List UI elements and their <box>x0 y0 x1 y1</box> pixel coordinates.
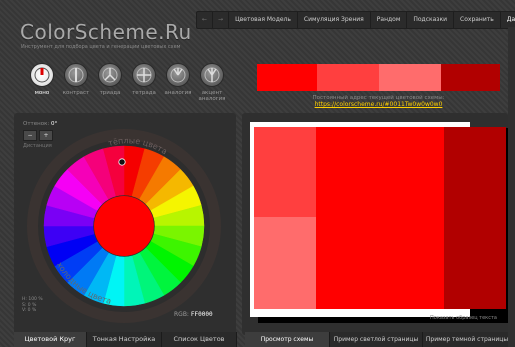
left-tab-bar: Цветовой Круг Тонкая Настройка Список Цв… <box>14 332 237 347</box>
palette-swatch-dark[interactable] <box>441 64 500 91</box>
mode-triad[interactable]: триада <box>93 63 127 102</box>
nav-random[interactable]: Рандом <box>371 12 408 28</box>
wheel-center-color <box>94 196 154 256</box>
tab-fine-tuning[interactable]: Тонкая Настройка <box>87 332 162 347</box>
hsv-readout: H: 100 % S: 0 % V: 0 % <box>22 297 43 313</box>
site-tagline: Инструмент для подбора цвета и генерации… <box>21 44 181 50</box>
mode-mono[interactable]: моно <box>25 63 59 102</box>
nav-next[interactable]: Далее <box>501 12 515 28</box>
mode-accent-analog[interactable]: акцент аналогия <box>195 63 229 102</box>
palette-swatch-light[interactable] <box>317 64 379 91</box>
triad-scheme-icon <box>98 63 122 87</box>
accent-analog-scheme-icon <box>200 63 224 87</box>
undo-arrow-icon[interactable]: ← <box>197 12 214 28</box>
preview-block-light <box>254 127 316 217</box>
nav-vision-simulation[interactable]: Симуляция Зрения <box>298 12 371 28</box>
color-wheel[interactable]: тёплые цвета холодные цвета <box>22 124 222 324</box>
nav-hints[interactable]: Подсказки <box>407 12 455 28</box>
rgb-readout: RGB: FF0000 <box>174 311 213 318</box>
permalink-link[interactable]: https://colorscheme.ru/#0011Tw0w0w0w0 <box>257 101 500 108</box>
right-tab-bar: Просмотр схемы Пример светлой страницы П… <box>245 332 512 347</box>
tetrad-scheme-icon <box>132 63 156 87</box>
mode-analog[interactable]: аналогия <box>161 63 195 102</box>
preview-block-lighter <box>254 217 316 309</box>
redo-arrow-icon[interactable]: → <box>213 12 230 28</box>
mode-tetrad[interactable]: тетрада <box>127 63 161 102</box>
mono-scheme-icon <box>30 63 54 87</box>
preview-block-dark-top <box>444 127 506 217</box>
tab-light-page-example[interactable]: Пример светлой страницы <box>330 332 423 347</box>
scheme-mode-selector: моно контраст триада тетрада аналогия ак… <box>25 63 229 102</box>
site-logo[interactable]: ColorScheme.Ru <box>20 20 192 44</box>
window-edge <box>508 27 515 347</box>
palette-swatches <box>257 64 500 91</box>
top-navigation: ← → Цветовая Модель Симуляция Зрения Ран… <box>196 11 515 29</box>
show-text-sample-link[interactable]: Показать образец текста <box>430 315 497 321</box>
mode-contrast[interactable]: контраст <box>59 63 93 102</box>
nav-save[interactable]: Сохранить <box>454 12 501 28</box>
tab-dark-page-example[interactable]: Пример темной страницы <box>423 332 512 347</box>
tab-color-list[interactable]: Список Цветов <box>162 332 237 347</box>
preview-block-dark-bottom <box>444 217 506 309</box>
palette-swatch-primary[interactable] <box>257 64 317 91</box>
tab-color-wheel[interactable]: Цветовой Круг <box>14 332 87 347</box>
contrast-scheme-icon <box>64 63 88 87</box>
analog-scheme-icon <box>166 63 190 87</box>
tab-scheme-preview[interactable]: Просмотр схемы <box>245 332 330 347</box>
hue-marker[interactable] <box>118 158 126 166</box>
preview-block-primary <box>316 127 444 309</box>
nav-color-model[interactable]: Цветовая Модель <box>229 12 298 28</box>
palette-swatch-lighter[interactable] <box>379 64 441 91</box>
